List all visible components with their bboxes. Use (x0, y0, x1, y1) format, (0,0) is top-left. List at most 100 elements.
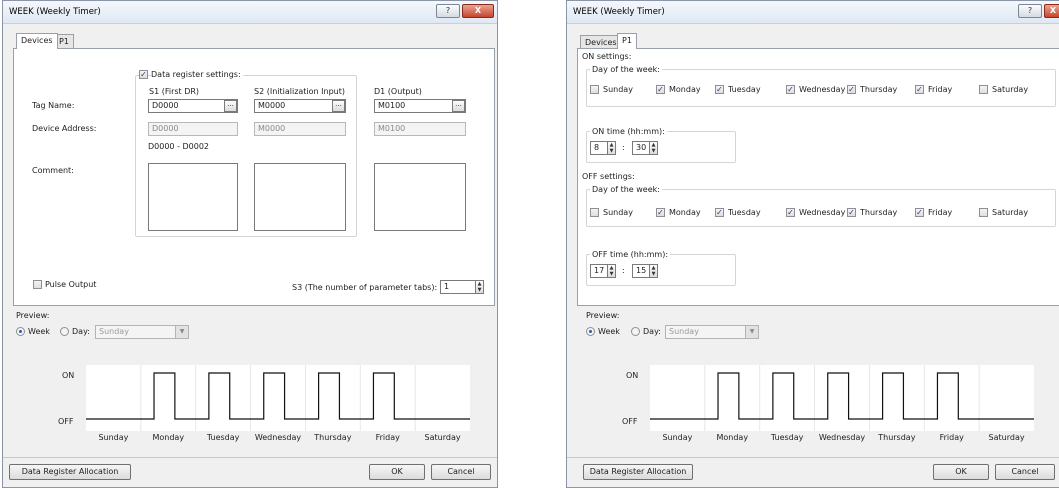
device-address-label: Device Address: (32, 124, 97, 133)
sunday-checkbox[interactable] (590, 85, 599, 94)
ok-button[interactable]: OK (933, 464, 989, 480)
data-register-allocation-button[interactable]: Data Register Allocation (9, 464, 131, 480)
data-register-checkbox[interactable]: ✓ (139, 70, 148, 79)
day-radio[interactable] (631, 327, 640, 336)
cancel-button[interactable]: Cancel (995, 464, 1055, 480)
off-time-separator: : (622, 266, 625, 275)
window-title: WEEK (Weekly Timer) (9, 7, 101, 17)
week-timing-chart (650, 365, 1034, 431)
chart-off-label: OFF (622, 417, 638, 426)
s1-browse-button[interactable]: ... (224, 100, 237, 112)
on-hour-spinner[interactable]: ▲ ▼ (607, 141, 616, 155)
s1-device-address: D0000 (148, 122, 238, 136)
chart-day-label: Monday (152, 433, 185, 442)
chart-on-label: ON (62, 371, 75, 380)
chart-day-label: Saturday (988, 433, 1025, 442)
off-hour-input[interactable]: 17 (590, 264, 608, 278)
friday-checkbox[interactable]: ✓ (915, 85, 924, 94)
saturday-checkbox[interactable] (979, 208, 988, 217)
monday-label: Monday (669, 85, 701, 94)
tab-devices[interactable]: Devices (580, 35, 622, 49)
chart-day-label: Monday (716, 433, 749, 442)
tuesday-label: Tuesday (728, 208, 761, 217)
week-radio[interactable] (586, 327, 595, 336)
off-minute-input[interactable]: 15 (632, 264, 650, 278)
week-radio[interactable] (16, 327, 25, 336)
tab-p1[interactable]: P1 (617, 33, 637, 49)
on-day-group-label: Day of the week: (590, 65, 662, 74)
off-minute-spinner[interactable]: ▲ ▼ (649, 264, 658, 278)
wednesday-label: Wednesday (799, 85, 846, 94)
tuesday-label: Tuesday (728, 85, 761, 94)
week-timing-chart (86, 365, 470, 431)
wednesday-checkbox[interactable]: ✓ (786, 85, 795, 94)
thursday-label: Thursday (860, 208, 898, 217)
sunday-label: Sunday (603, 208, 633, 217)
monday-checkbox[interactable]: ✓ (656, 85, 665, 94)
chart-background (650, 365, 1034, 431)
cancel-button[interactable]: Cancel (431, 464, 491, 480)
tuesday-checkbox[interactable]: ✓ (715, 85, 724, 94)
off-time-label: OFF time (hh:mm): (590, 250, 671, 259)
chart-background (86, 365, 470, 431)
thursday-checkbox[interactable]: ✓ (847, 85, 856, 94)
title-bar: WEEK (Weekly Timer) ? X (567, 1, 1059, 24)
week-radio-label: Week (598, 327, 620, 336)
s2-browse-button[interactable]: ... (332, 100, 345, 112)
saturday-label: Saturday (992, 208, 1029, 217)
d1-browse-button[interactable]: ... (452, 100, 465, 112)
off-day-group-label: Day of the week: (590, 185, 662, 194)
left-dialog-window: WEEK (Weekly Timer) ? X Devices P1 ✓ Dat… (2, 0, 498, 488)
s2-comment-textarea[interactable] (254, 163, 346, 231)
help-button[interactable]: ? (436, 4, 460, 18)
wednesday-checkbox[interactable]: ✓ (786, 208, 795, 217)
sunday-checkbox[interactable] (590, 208, 599, 217)
saturday-label: Saturday (992, 85, 1029, 94)
on-hour-input[interactable]: 8 (590, 141, 608, 155)
d1-comment-textarea[interactable] (374, 163, 466, 231)
monday-checkbox[interactable]: ✓ (656, 208, 665, 217)
column-header-d1: D1 (Output) (374, 87, 422, 96)
s1-comment-textarea[interactable] (148, 163, 238, 231)
comment-label: Comment: (32, 166, 74, 175)
preview-label: Preview: (16, 311, 50, 320)
on-minute-spinner[interactable]: ▲ ▼ (649, 141, 658, 155)
pulse-output-checkbox[interactable] (33, 280, 42, 289)
saturday-checkbox[interactable] (979, 85, 988, 94)
close-button[interactable]: X (462, 4, 494, 18)
chart-day-label: Thursday (314, 433, 352, 442)
day-select: Sunday ▼ (665, 325, 759, 339)
close-button[interactable]: X (1044, 4, 1059, 18)
right-dialog-window: WEEK (Weekly Timer) ? X Devices P1 ON se… (566, 0, 1059, 488)
help-button[interactable]: ? (1018, 4, 1042, 18)
chevron-down-icon: ▼ (745, 326, 758, 338)
day-radio-label: Day: (643, 327, 661, 336)
on-time-label: ON time (hh:mm): (590, 127, 667, 136)
ok-button[interactable]: OK (369, 464, 425, 480)
data-register-label: Data register settings: (151, 70, 243, 79)
chart-day-label: Tuesday (206, 433, 240, 442)
s3-value-input[interactable]: 1 (440, 280, 476, 294)
on-minute-input[interactable]: 30 (632, 141, 650, 155)
day-radio[interactable] (60, 327, 69, 336)
thursday-checkbox[interactable]: ✓ (847, 208, 856, 217)
tab-devices[interactable]: Devices (16, 33, 58, 49)
s3-spinner[interactable]: ▲ ▼ (475, 280, 484, 294)
data-register-allocation-button[interactable]: Data Register Allocation (583, 464, 693, 480)
off-settings-label: OFF settings: (582, 172, 635, 181)
day-select: Sunday ▼ (95, 325, 189, 339)
sunday-label: Sunday (603, 85, 633, 94)
chart-day-label: Wednesday (818, 433, 866, 442)
chart-day-label: Tuesday (770, 433, 804, 442)
tag-name-label: Tag Name: (32, 101, 75, 110)
chevron-down-icon: ▼ (175, 326, 188, 338)
devices-tab-panel: ✓ Data register settings: S1 (First DR) … (13, 48, 495, 306)
monday-label: Monday (669, 208, 701, 217)
day-radio-label: Day: (72, 327, 90, 336)
week-radio-label: Week (28, 327, 50, 336)
tuesday-checkbox[interactable]: ✓ (715, 208, 724, 217)
friday-checkbox[interactable]: ✓ (915, 208, 924, 217)
s3-label: S3 (The number of parameter tabs): (292, 283, 438, 292)
day-select-value: Sunday (669, 327, 699, 336)
off-hour-spinner[interactable]: ▲ ▼ (607, 264, 616, 278)
